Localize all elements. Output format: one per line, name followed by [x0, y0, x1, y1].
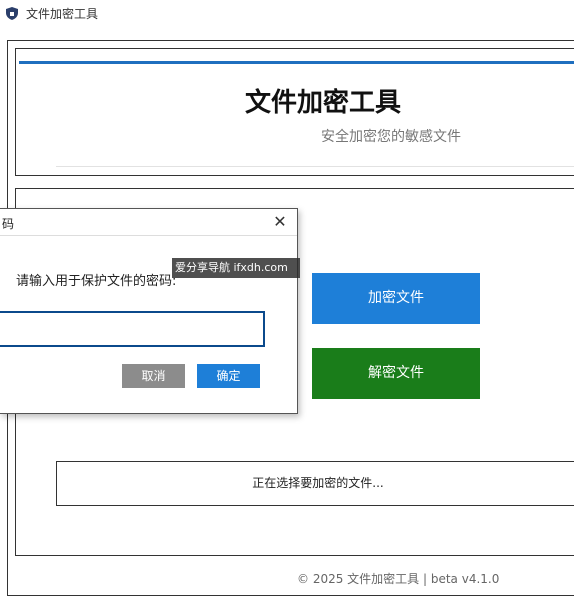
dialog-title: 码 [2, 217, 15, 231]
header-divider [56, 166, 574, 167]
encrypt-file-button[interactable]: 加密文件 [312, 273, 480, 324]
shield-icon [6, 7, 18, 20]
ok-button[interactable]: 确定 [197, 364, 260, 388]
window-title: 文件加密工具 [26, 7, 99, 21]
page-title: 文件加密工具 [245, 88, 402, 118]
close-icon[interactable]: ✕ [271, 212, 289, 232]
window-titlebar: 文件加密工具 [0, 0, 574, 28]
cancel-button[interactable]: 取消 [122, 364, 185, 388]
page-subtitle: 安全加密您的敏感文件 [321, 129, 461, 145]
decrypt-file-button[interactable]: 解密文件 [312, 348, 480, 399]
status-text: 正在选择要加密的文件... [56, 461, 574, 506]
watermark-label: 爱分享导航 ifxdh.com [172, 258, 300, 278]
header-accent-bar [19, 61, 574, 64]
password-input[interactable] [0, 311, 265, 347]
footer-text: © 2025 文件加密工具 | beta v4.1.0 [297, 572, 500, 586]
password-prompt: 请输入用于保护文件的密码: [16, 274, 177, 289]
